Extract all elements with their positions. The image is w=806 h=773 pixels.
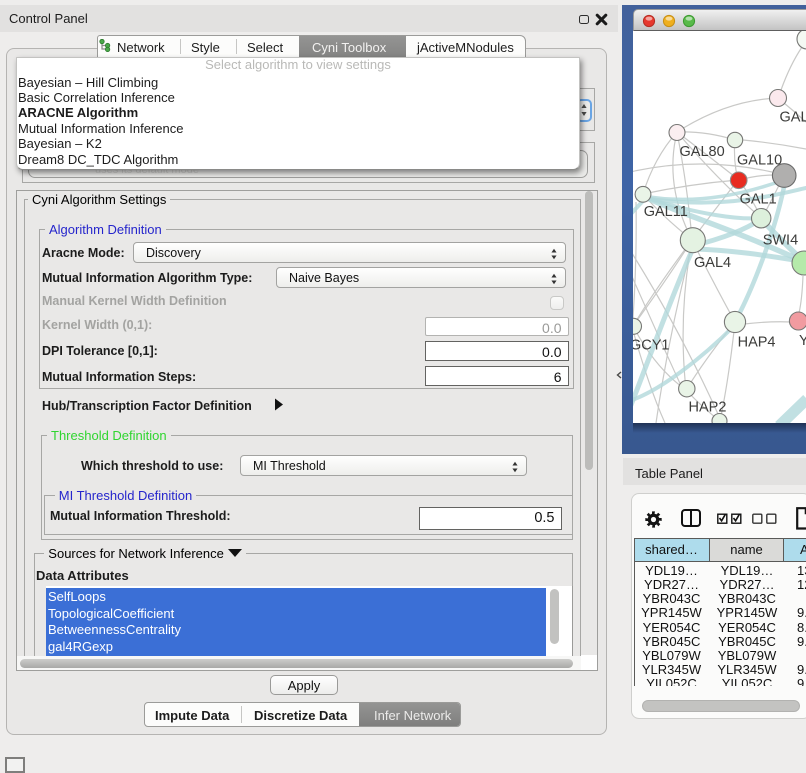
- svg-text:HAP2: HAP2: [689, 400, 727, 416]
- svg-text:GAL10: GAL10: [737, 153, 782, 169]
- svg-text:GAL4: GAL4: [694, 255, 731, 271]
- svg-text:GAL2: GAL2: [780, 110, 806, 126]
- svg-text:GAL11: GAL11: [644, 204, 688, 220]
- svg-text:GAL80: GAL80: [680, 144, 725, 160]
- svg-text:GAL1: GAL1: [740, 192, 777, 208]
- svg-text:GCY1: GCY1: [633, 338, 670, 354]
- svg-text:HAP4: HAP4: [738, 335, 776, 351]
- svg-text:YD: YD: [799, 333, 806, 349]
- svg-text:SWI4: SWI4: [763, 233, 798, 249]
